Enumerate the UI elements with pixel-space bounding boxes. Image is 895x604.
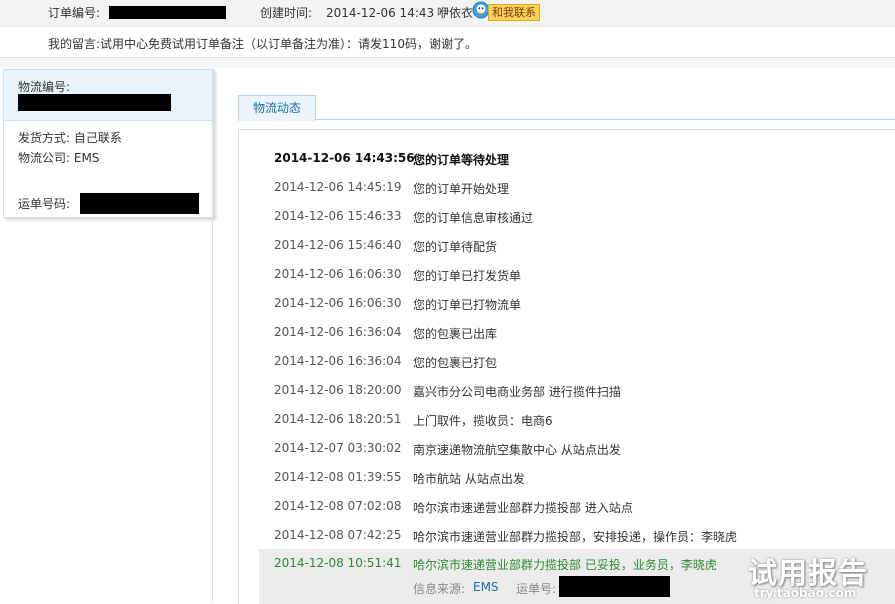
log-time: 2014-12-06 16:06:30: [274, 267, 402, 281]
watermark-url: try.taobao.com: [754, 586, 857, 600]
order-header: 订单编号: 创建时间: 2014-12-06 14:43 咿依衣 和我联系: [0, 0, 895, 27]
log-event: 您的订单等待处理: [413, 153, 510, 167]
log-time: 2014-12-06 15:46:33: [274, 209, 402, 223]
created-time-label: 创建时间:: [260, 6, 313, 20]
tab-logistics-updates[interactable]: 物流动态: [238, 95, 316, 121]
seller-name: 咿依衣: [437, 6, 474, 20]
order-number-label: 订单编号:: [48, 6, 101, 20]
log-event: 您的订单已打物流单: [413, 298, 522, 312]
logistics-company-value: EMS: [73, 151, 100, 165]
log-row: 2014-12-08 07:02:08 哈尔滨市速递营业部群力揽投部 进入站点: [239, 496, 895, 518]
ship-method: 发货方式: 自己联系: [18, 130, 122, 146]
log-event: 您的订单开始处理: [413, 182, 510, 196]
ship-method-label: 发货方式:: [18, 131, 71, 145]
watermark: 试用报告 try.taobao.com: [748, 550, 893, 602]
log-time: 2014-12-07 03:30:02: [274, 441, 402, 455]
message-label: 我的留言:: [48, 37, 101, 51]
log-event: 您的订单已打发货单: [413, 269, 522, 283]
log-time: 2014-12-06 15:46:40: [274, 238, 402, 252]
info-source-label: 信息来源:: [413, 582, 466, 596]
ship-method-value: 自己联系: [73, 131, 122, 145]
log-event: 哈尔滨市速递营业部群力揽投部 进入站点: [413, 501, 633, 515]
log-row: 2014-12-06 15:46:40 您的订单待配货: [239, 235, 895, 257]
log-event: 上门取件，揽收员：电商6: [413, 414, 553, 428]
log-row: 2014-12-06 14:45:19 您的订单开始处理: [239, 177, 895, 199]
latest-waybill-label: 运单号:: [516, 582, 557, 596]
logistics-number-label: 物流编号:: [18, 80, 71, 94]
log-event: 哈市航站 从站点出发: [413, 472, 525, 486]
order-message: 我的留言:试用中心免费试用订单备注（以订单备注为准）：请发110码，谢谢了。: [48, 35, 477, 52]
log-row: 2014-12-08 01:39:55 哈市航站 从站点出发: [239, 467, 895, 489]
tab-bar-line: [238, 119, 895, 120]
log-time: 2014-12-08 07:42:25: [274, 528, 402, 542]
logistics-company: 物流公司: EMS: [18, 150, 99, 166]
section-gap: [0, 58, 895, 68]
log-row: 2014-12-08 07:42:25 哈尔滨市速递营业部群力揽投部，安排投递，…: [239, 525, 895, 547]
column-divider: [212, 69, 213, 603]
waybill-number-label: 运单号码:: [18, 197, 71, 211]
log-time: 2014-12-08 01:39:55: [274, 470, 402, 484]
log-time: 2014-12-06 18:20:51: [274, 412, 402, 426]
message-text: 试用中心免费试用订单备注（以订单备注为准）：请发110码，谢谢了。: [100, 37, 477, 51]
log-time: 2014-12-06 18:20:00: [274, 383, 402, 397]
log-event: 您的订单待配货: [413, 240, 498, 254]
shipment-info-panel: 物流编号: 发货方式: 自己联系 物流公司: EMS 运单号码:: [3, 69, 214, 218]
log-event: 您的包裹已出库: [413, 327, 498, 341]
logistics-company-label: 物流公司:: [18, 151, 71, 165]
log-row: 2014-12-06 18:20:51 上门取件，揽收员：电商6: [239, 409, 895, 431]
order-message-row: 我的留言:试用中心免费试用订单备注（以订单备注为准）：请发110码，谢谢了。: [0, 27, 895, 58]
log-time: 2014-12-06 16:36:04: [274, 354, 402, 368]
log-row: 2014-12-06 15:46:33 您的订单信息审核通过: [239, 206, 895, 228]
tracking-log: 2014-12-06 14:43:56 您的订单等待处理 2014-12-06 …: [238, 129, 895, 604]
order-number-redacted: [109, 6, 226, 19]
log-event: 您的包裹已打包: [413, 356, 498, 370]
latest-waybill-redacted: [559, 576, 670, 597]
log-time: 2014-12-06 16:06:30: [274, 296, 402, 310]
info-source-link[interactable]: EMS: [473, 580, 499, 594]
contact-me-button[interactable]: 和我联系: [488, 4, 540, 21]
log-row: 2014-12-06 14:43:56 您的订单等待处理: [239, 148, 895, 170]
latest-event: 哈尔滨市速递营业部群力揽投部 已妥投，业务员，李晓虎: [413, 558, 717, 572]
log-time: 2014-12-06 14:45:19: [274, 180, 402, 194]
log-row: 2014-12-06 18:20:00 嘉兴市分公司电商业务部 进行揽件扫描: [239, 380, 895, 402]
latest-time: 2014-12-08 10:51:41: [274, 556, 402, 570]
log-row: 2014-12-07 03:30:02 南京速递物流航空集散中心 从站点出发: [239, 438, 895, 460]
log-event: 您的订单信息审核通过: [413, 211, 534, 225]
logistics-number-section: 物流编号:: [4, 70, 213, 121]
waybill-number-redacted: [80, 193, 199, 214]
log-row: 2014-12-06 16:36:04 您的包裹已打包: [239, 351, 895, 373]
log-event: 哈尔滨市速递营业部群力揽投部，安排投递，操作员：李晓虎: [413, 530, 738, 544]
created-time-value: 2014-12-06 14:43: [326, 6, 435, 20]
log-time: 2014-12-06 16:36:04: [274, 325, 402, 339]
log-event: 南京速递物流航空集散中心 从站点出发: [413, 443, 621, 457]
log-row: 2014-12-06 16:06:30 您的订单已打物流单: [239, 293, 895, 315]
log-row: 2014-12-06 16:36:04 您的包裹已出库: [239, 322, 895, 344]
log-time: 2014-12-08 07:02:08: [274, 499, 402, 513]
log-row: 2014-12-06 16:06:30 您的订单已打发货单: [239, 264, 895, 286]
log-time: 2014-12-06 14:43:56: [274, 151, 415, 165]
logistics-number-redacted: [18, 94, 171, 111]
log-event: 嘉兴市分公司电商业务部 进行揽件扫描: [413, 385, 621, 399]
